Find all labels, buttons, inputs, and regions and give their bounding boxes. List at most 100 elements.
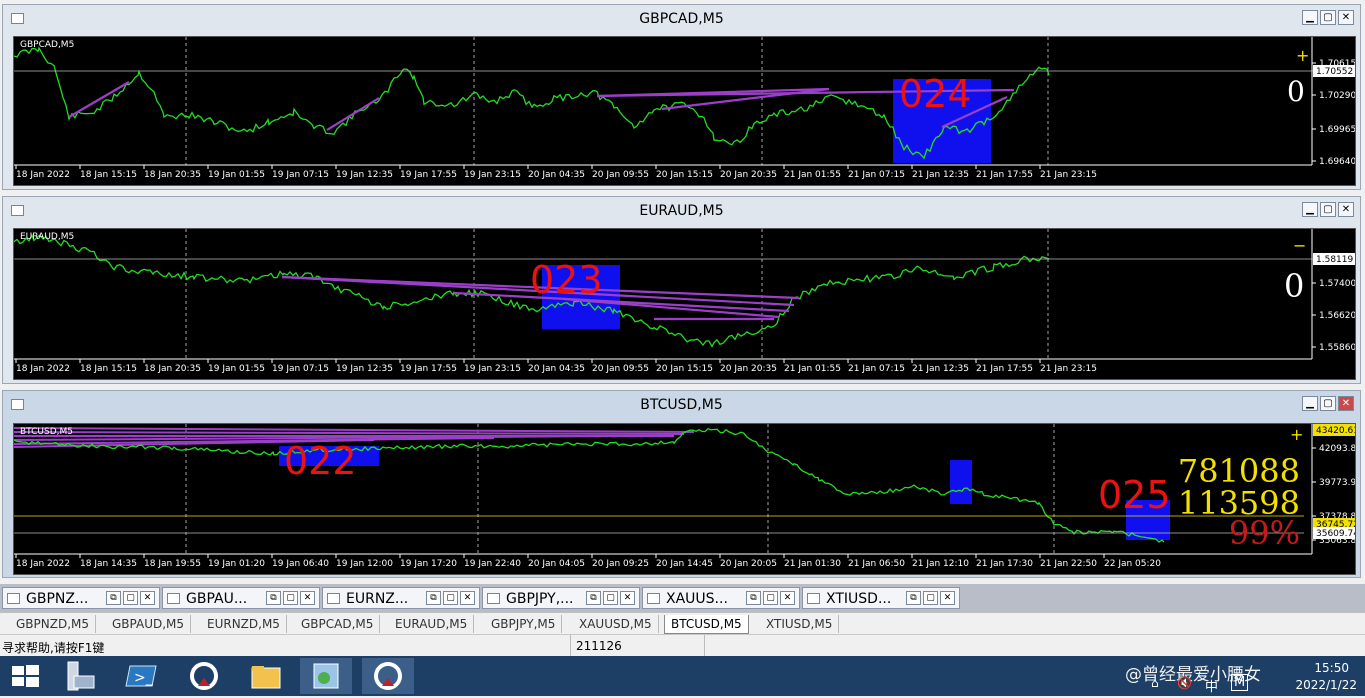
time-label: 19 Jan 17:55 [400, 364, 457, 374]
right-value: 0 [1287, 75, 1305, 108]
restore-button[interactable]: ⧉ [586, 591, 601, 605]
windows-logo-icon [12, 665, 39, 687]
close-button[interactable]: ✕ [780, 591, 795, 605]
restore-button[interactable]: ⧉ [746, 591, 761, 605]
minimize-button[interactable]: ▁ [1302, 202, 1318, 217]
sign-label: − [1293, 236, 1306, 255]
highlight-box [950, 460, 972, 504]
time-label: 21 Jan 12:35 [912, 170, 969, 180]
close-button[interactable]: ✕ [1338, 396, 1354, 411]
chart-tab[interactable]: XTIUSD... ⧉ ▢ ✕ [802, 587, 960, 609]
maximize-button[interactable]: ▢ [603, 591, 618, 605]
time-label: 18 Jan 2022 [16, 559, 70, 569]
price-chart[interactable]: 022 025 + 781088 113598 99% 43420.61 4209… [13, 423, 1356, 575]
chart-window-gbpcad[interactable]: GBPCAD,M5 ▁ ▢ ✕ 024 + 0 1.70615 1.70552 1.… [2, 4, 1361, 190]
time-label: 21 Jan 01:55 [784, 170, 841, 180]
symbol-label: EURAUD,M5 [20, 232, 75, 242]
close-button[interactable]: ✕ [1338, 10, 1354, 25]
trend-line [326, 97, 380, 131]
symbol-tab-gbpcad[interactable]: GBPCAD,M5 [295, 615, 381, 633]
time-label: 20 Jan 14:45 [656, 559, 713, 569]
tray-sound-icon[interactable]: 🔇 [1177, 676, 1192, 690]
ime-indicator[interactable]: 中 [1205, 676, 1218, 695]
price-label: 1.57400 [1319, 279, 1356, 289]
price-chart[interactable]: 024 + 0 1.70615 1.70552 1.70290 1.69965 1.69… [13, 36, 1356, 186]
time-label: 19 Jan 01:20 [208, 559, 265, 569]
restore-button[interactable]: ⧉ [906, 591, 921, 605]
maximize-button[interactable]: ▢ [1320, 10, 1336, 25]
status-bar: 寻求帮助,请按F1键 211126 [0, 634, 1365, 657]
time-label: 18 Jan 2022 [16, 170, 70, 180]
time-label: 21 Jan 07:15 [848, 364, 905, 374]
time-label: 21 Jan 22:50 [1040, 559, 1097, 569]
time-label: 21 Jan 17:30 [976, 559, 1033, 569]
price-label: 1.70290 [1319, 91, 1356, 101]
maximize-button[interactable]: ▢ [763, 591, 778, 605]
minimize-button[interactable]: ▁ [1302, 10, 1318, 25]
terminal-app-button[interactable] [178, 658, 230, 694]
number-label: 024 [899, 72, 972, 116]
maximize-button[interactable]: ▢ [123, 591, 138, 605]
maximize-button[interactable]: ▢ [443, 591, 458, 605]
close-button[interactable]: ✕ [140, 591, 155, 605]
symbol-tab-gbpaud[interactable]: GBPAUD,M5 [106, 615, 192, 633]
close-button[interactable]: ✕ [620, 591, 635, 605]
start-button[interactable] [0, 658, 52, 694]
number-label: 023 [530, 258, 603, 302]
maximize-button[interactable]: ▢ [1320, 396, 1336, 411]
terminal-app-icon [190, 662, 218, 690]
time-label: 20 Jan 04:35 [528, 170, 585, 180]
time-label: 18 Jan 15:15 [80, 170, 137, 180]
close-button[interactable]: ✕ [460, 591, 475, 605]
symbol-tab-xtiusd[interactable]: XTIUSD,M5 [760, 615, 840, 633]
server-manager-button[interactable] [54, 658, 106, 694]
clock-date[interactable]: 2022/1/22 [1295, 678, 1357, 692]
close-button[interactable]: ✕ [940, 591, 955, 605]
window-title: EURAUD,M5 [639, 203, 724, 219]
tray-network-icon[interactable]: ⌂ [1151, 676, 1159, 690]
price-tag: 1.58119 [1316, 255, 1353, 265]
time-label: 21 Jan 23:15 [1040, 170, 1097, 180]
chart-tab[interactable]: EURNZ... ⧉ ▢ ✕ [322, 587, 480, 609]
chart-tab-label: GBPAU... [186, 591, 248, 607]
powershell-button[interactable]: >_ [116, 658, 168, 694]
monitor-app-button[interactable] [300, 658, 352, 694]
status-divider [704, 635, 705, 657]
time-label: 19 Jan 01:55 [208, 170, 265, 180]
symbol-tab-euraud[interactable]: EURAUD,M5 [389, 615, 475, 633]
maximize-button[interactable]: ▢ [923, 591, 938, 605]
chart-tab[interactable]: GBPNZ... ⧉ ▢ ✕ [2, 587, 160, 609]
file-explorer-button[interactable] [240, 658, 292, 694]
chart-tab[interactable]: GBPJPY,... ⧉ ▢ ✕ [482, 587, 640, 609]
chart-window-btcusd[interactable]: BTCUSD,M5 ▁ ▢ ✕ 022 025 + 781088 113598 … [2, 390, 1361, 578]
ime-mode-icon[interactable]: M [1231, 674, 1249, 691]
close-button[interactable]: ✕ [1338, 202, 1354, 217]
symbol-tab-btcusd[interactable]: BTCUSD,M5 [664, 615, 749, 634]
clock-time[interactable]: 15:50 [1314, 661, 1349, 675]
chart-canvas: 023 − 0 1.58119 1.57400 1.56620 1.55860 18 … [14, 229, 1356, 374]
restore-button[interactable]: ⧉ [106, 591, 121, 605]
chart-tab[interactable]: XAUUS... ⧉ ▢ ✕ [642, 587, 800, 609]
time-label: 20 Jan 20:05 [720, 559, 777, 569]
close-button[interactable]: ✕ [300, 591, 315, 605]
time-label: 18 Jan 14:35 [80, 559, 137, 569]
restore-button[interactable]: ⧉ [266, 591, 281, 605]
symbol-tab-eurnzd[interactable]: EURNZD,M5 [201, 615, 287, 633]
time-label: 19 Jan 12:00 [336, 559, 393, 569]
restore-button[interactable]: ⧉ [426, 591, 441, 605]
price-tag: 43420.61 [1316, 426, 1356, 436]
terminal-app-button-2[interactable] [362, 658, 414, 694]
price-label: 1.55860 [1319, 343, 1356, 353]
price-label: 1.69965 [1319, 125, 1356, 135]
maximize-button[interactable]: ▢ [1320, 202, 1336, 217]
chart-tab[interactable]: GBPAU... ⧉ ▢ ✕ [162, 587, 320, 609]
maximize-button[interactable]: ▢ [283, 591, 298, 605]
time-label: 20 Jan 04:35 [528, 364, 585, 374]
symbol-tab-gbpjpy[interactable]: GBPJPY,M5 [485, 615, 563, 633]
symbol-tab-xauusd[interactable]: XAUUSD,M5 [573, 615, 659, 633]
chart-window-euraud[interactable]: EURAUD,M5 ▁ ▢ ✕ 023 − 0 1.58119 1.57400 1.… [2, 196, 1361, 384]
price-chart[interactable]: 023 − 0 1.58119 1.57400 1.56620 1.55860 18 … [13, 228, 1356, 380]
minimize-button[interactable]: ▁ [1302, 396, 1318, 411]
time-label: 20 Jan 04:05 [528, 559, 585, 569]
symbol-tab-gbpnzd[interactable]: GBPNZD,M5 [10, 615, 97, 633]
